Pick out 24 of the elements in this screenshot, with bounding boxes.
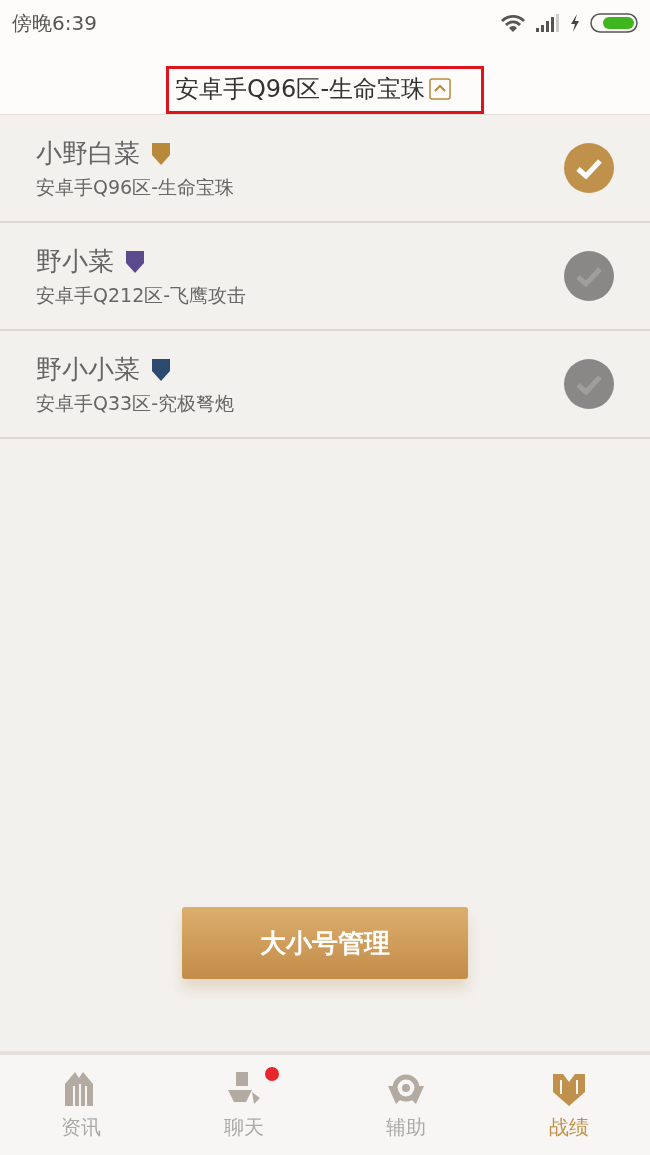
caret-icon[interactable] <box>429 78 452 100</box>
server-title[interactable]: 安卓手Q96区-生命宝珠 <box>174 73 426 105</box>
server-name: 安卓手Q33区-究极弩炮 <box>36 390 234 416</box>
status-time: 傍晚6:39 <box>12 9 97 37</box>
signal-icon <box>536 14 560 32</box>
check-icon[interactable] <box>564 359 614 409</box>
account-name: 野小菜 <box>36 244 114 278</box>
nav-tab[interactable]: 辅助 <box>325 1055 488 1155</box>
charging-icon <box>570 14 580 32</box>
account-row[interactable]: 小野白菜 安卓手Q96区-生命宝珠 <box>0 115 650 223</box>
nav-tab[interactable]: 战绩 <box>487 1055 650 1155</box>
check-icon[interactable] <box>564 251 614 301</box>
server-name: 安卓手Q212区-飞鹰攻击 <box>36 282 247 308</box>
check-icon[interactable] <box>564 143 614 193</box>
account-name: 野小小菜 <box>36 352 140 386</box>
nav-tab[interactable]: 资讯 <box>0 1055 163 1155</box>
account-row[interactable]: 野小小菜 安卓手Q33区-究极弩炮 <box>0 331 650 439</box>
nav-tab[interactable]: 聊天 <box>162 1055 325 1155</box>
account-name: 小野白菜 <box>36 136 140 170</box>
server-name: 安卓手Q96区-生命宝珠 <box>36 174 234 200</box>
manage-accounts-button[interactable]: 大小号管理 <box>182 907 468 979</box>
wifi-icon <box>500 13 526 33</box>
battery-icon <box>590 13 638 33</box>
account-row[interactable]: 野小菜 安卓手Q212区-飞鹰攻击 <box>0 223 650 331</box>
